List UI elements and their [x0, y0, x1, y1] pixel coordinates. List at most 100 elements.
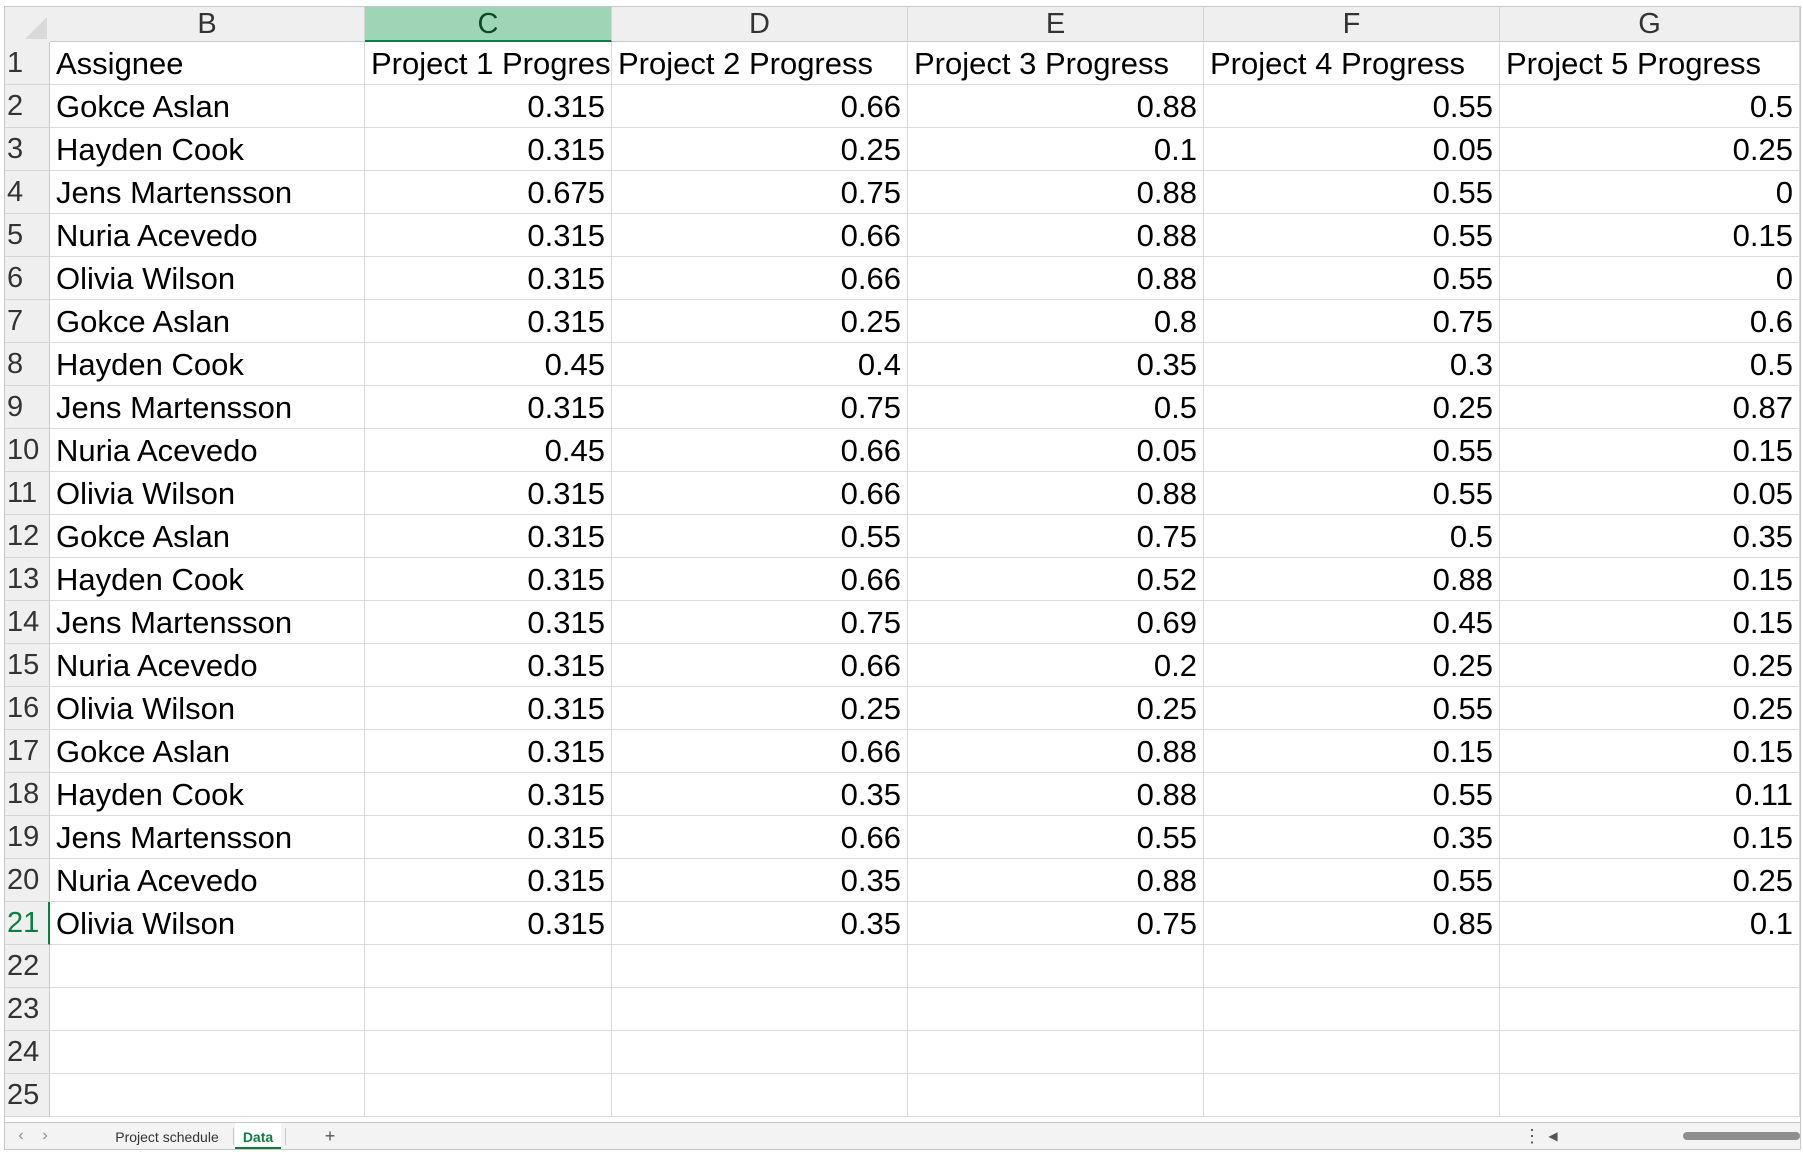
progress-cell[interactable]: 0.315 [365, 128, 612, 171]
progress-cell[interactable]: 0.8 [908, 300, 1204, 343]
more-options-icon[interactable]: ⋮ [1523, 1123, 1541, 1149]
row-header-9[interactable]: 9 [5, 386, 50, 429]
progress-cell[interactable]: 0.15 [1500, 601, 1800, 644]
tab-scroll-prev-icon[interactable]: ‹ [11, 1126, 31, 1146]
assignee-cell[interactable]: Gokce Aslan [50, 85, 365, 128]
progress-cell[interactable]: 0.75 [612, 171, 908, 214]
assignee-cell[interactable]: Jens Martensson [50, 386, 365, 429]
row-header-12[interactable]: 12 [5, 515, 50, 558]
progress-cell[interactable]: 0.66 [612, 816, 908, 859]
assignee-cell[interactable]: Olivia Wilson [50, 472, 365, 515]
column-title-cell[interactable]: Project 5 Progress [1500, 42, 1800, 85]
assignee-cell[interactable]: Gokce Aslan [50, 515, 365, 558]
progress-cell[interactable]: 0.315 [365, 386, 612, 429]
worksheet-grid[interactable]: BCDEFG 1 Assignee Project 1 Progress Projec… [5, 7, 1800, 1122]
row-header-18[interactable]: 18 [5, 773, 50, 816]
progress-cell[interactable] [365, 988, 612, 1031]
row-header-17[interactable]: 17 [5, 730, 50, 773]
progress-cell[interactable]: 0.88 [908, 730, 1204, 773]
progress-cell[interactable]: 0.315 [365, 558, 612, 601]
row-header-13[interactable]: 13 [5, 558, 50, 601]
progress-cell[interactable] [612, 988, 908, 1031]
progress-cell[interactable] [1204, 1031, 1500, 1074]
row-header-5[interactable]: 5 [5, 214, 50, 257]
progress-cell[interactable]: 0.315 [365, 472, 612, 515]
progress-cell[interactable]: 0.2 [908, 644, 1204, 687]
assignee-cell[interactable]: Hayden Cook [50, 128, 365, 171]
column-header-b[interactable]: B [50, 7, 365, 42]
tab-project-schedule[interactable]: Project schedule [105, 1123, 229, 1149]
row-header-7[interactable]: 7 [5, 300, 50, 343]
progress-cell[interactable]: 0.4 [612, 343, 908, 386]
column-title-cell[interactable]: Project 1 Progress [365, 42, 612, 85]
progress-cell[interactable]: 0.15 [1500, 730, 1800, 773]
progress-cell[interactable]: 0.315 [365, 773, 612, 816]
progress-cell[interactable]: 0.45 [1204, 601, 1500, 644]
column-header-c[interactable]: C [365, 7, 612, 42]
progress-cell[interactable]: 0.55 [1204, 472, 1500, 515]
progress-cell[interactable]: 0.88 [1204, 558, 1500, 601]
row-header-4[interactable]: 4 [5, 171, 50, 214]
add-sheet-icon[interactable]: + [317, 1123, 343, 1149]
progress-cell[interactable]: 0.88 [908, 472, 1204, 515]
assignee-cell[interactable]: Jens Martensson [50, 816, 365, 859]
assignee-cell[interactable]: Nuria Acevedo [50, 859, 365, 902]
progress-cell[interactable] [365, 1074, 612, 1117]
select-all-corner[interactable] [5, 7, 51, 43]
progress-cell[interactable]: 0.05 [1204, 128, 1500, 171]
progress-cell[interactable]: 0.315 [365, 687, 612, 730]
progress-cell[interactable]: 0.88 [908, 214, 1204, 257]
progress-cell[interactable] [1204, 945, 1500, 988]
progress-cell[interactable] [908, 945, 1204, 988]
progress-cell[interactable]: 0.25 [1500, 644, 1800, 687]
progress-cell[interactable]: 0.55 [908, 816, 1204, 859]
horizontal-scrollbar-thumb[interactable] [1683, 1132, 1800, 1140]
progress-cell[interactable]: 0.66 [612, 214, 908, 257]
assignee-cell[interactable]: Jens Martensson [50, 171, 365, 214]
row-header-2[interactable]: 2 [5, 85, 50, 128]
progress-cell[interactable] [908, 1031, 1204, 1074]
column-header-f[interactable]: F [1204, 7, 1500, 42]
assignee-cell[interactable]: Nuria Acevedo [50, 214, 365, 257]
progress-cell[interactable]: 0.15 [1500, 214, 1800, 257]
progress-cell[interactable]: 0.45 [365, 343, 612, 386]
progress-cell[interactable]: 0.55 [612, 515, 908, 558]
progress-cell[interactable]: 0.55 [1204, 773, 1500, 816]
progress-cell[interactable]: 0.35 [612, 902, 908, 945]
progress-cell[interactable]: 0.25 [612, 300, 908, 343]
progress-cell[interactable]: 0.55 [1204, 429, 1500, 472]
assignee-cell[interactable] [50, 945, 365, 988]
assignee-cell[interactable]: Gokce Aslan [50, 730, 365, 773]
row-header-10[interactable]: 10 [5, 429, 50, 472]
progress-cell[interactable]: 0 [1500, 171, 1800, 214]
progress-cell[interactable] [1500, 1074, 1800, 1117]
progress-cell[interactable] [1500, 1031, 1800, 1074]
progress-cell[interactable]: 0.88 [908, 85, 1204, 128]
progress-cell[interactable]: 0.25 [1204, 386, 1500, 429]
progress-cell[interactable] [1500, 945, 1800, 988]
row-header-11[interactable]: 11 [5, 472, 50, 515]
progress-cell[interactable]: 0.66 [612, 644, 908, 687]
assignee-cell[interactable]: Hayden Cook [50, 558, 365, 601]
assignee-cell[interactable]: Hayden Cook [50, 343, 365, 386]
assignee-cell[interactable]: Olivia Wilson [50, 902, 365, 945]
assignee-cell[interactable]: Hayden Cook [50, 773, 365, 816]
tab-scroll-next-icon[interactable]: › [35, 1126, 55, 1146]
row-header-22[interactable]: 22 [5, 945, 50, 988]
progress-cell[interactable]: 0.05 [908, 429, 1204, 472]
progress-cell[interactable]: 0.55 [1204, 687, 1500, 730]
assignee-cell[interactable] [50, 1031, 365, 1074]
column-header-d[interactable]: D [612, 7, 908, 42]
progress-cell[interactable]: 0.25 [612, 128, 908, 171]
progress-cell[interactable]: 0.5 [1500, 85, 1800, 128]
progress-cell[interactable] [365, 945, 612, 988]
progress-cell[interactable]: 0.5 [1500, 343, 1800, 386]
progress-cell[interactable]: 0.3 [1204, 343, 1500, 386]
progress-cell[interactable]: 0.55 [1204, 859, 1500, 902]
progress-cell[interactable] [1204, 988, 1500, 1031]
assignee-cell[interactable]: Nuria Acevedo [50, 644, 365, 687]
progress-cell[interactable]: 0.25 [908, 687, 1204, 730]
progress-cell[interactable]: 0.66 [612, 558, 908, 601]
progress-cell[interactable]: 0 [1500, 257, 1800, 300]
progress-cell[interactable]: 0.66 [612, 257, 908, 300]
